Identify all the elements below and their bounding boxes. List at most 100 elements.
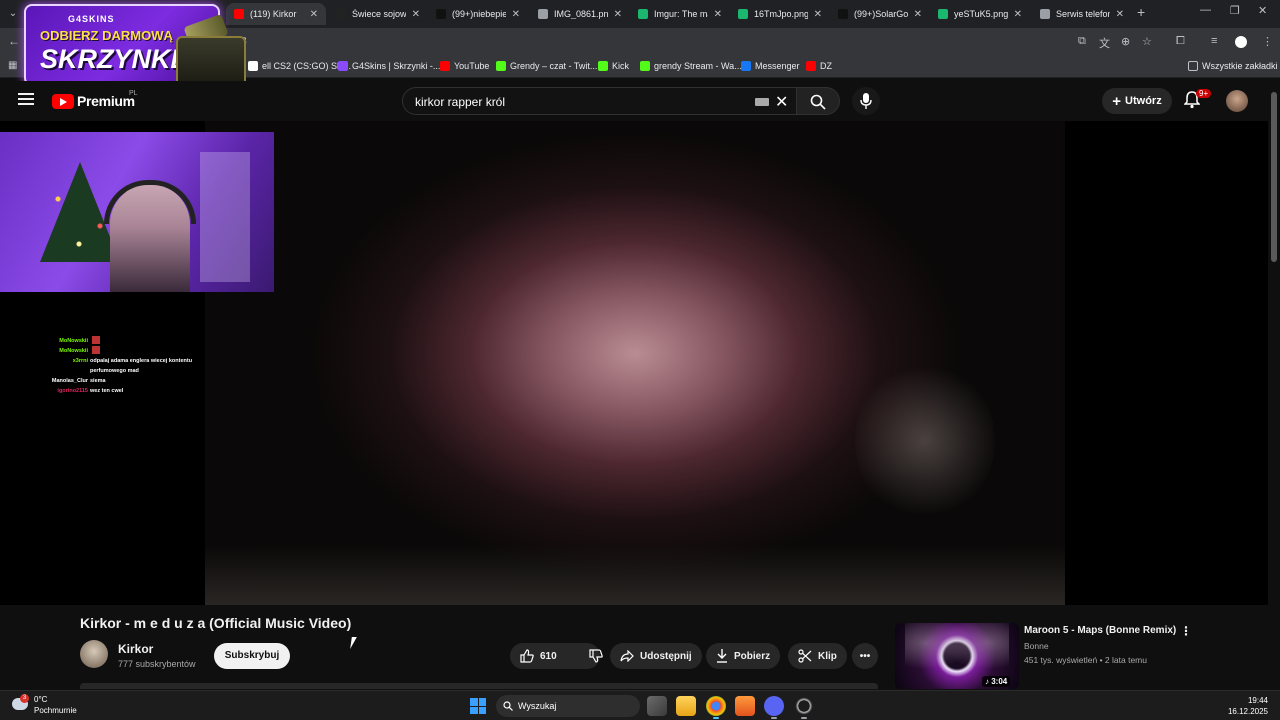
translate-icon[interactable]: 文: [1099, 35, 1110, 51]
chrome-active-indicator: [713, 717, 719, 719]
back-arrow-icon[interactable]: ←: [8, 34, 20, 48]
profile-icon[interactable]: [1235, 36, 1247, 48]
scrollbar-thumb[interactable]: [1271, 92, 1277, 262]
bookmark-item[interactable]: G4Skins | Skrzynki -...: [338, 61, 440, 71]
task-view-icon[interactable]: [647, 696, 667, 716]
tab-close-icon[interactable]: ✕: [310, 9, 318, 20]
youtube-premium-label[interactable]: Premium: [77, 93, 135, 109]
description-box[interactable]: [80, 683, 878, 689]
promo-headline: ODBIERZ DARMOWĄ: [40, 28, 173, 43]
promo-brand: G4SKINS: [68, 14, 115, 24]
bookmark-label: Grendy – czat - Twit...: [510, 61, 598, 71]
create-button[interactable]: + Utwórz: [1102, 88, 1172, 114]
bookmark-item[interactable]: DZ: [806, 61, 832, 71]
app-a-icon[interactable]: [735, 696, 755, 716]
youtube-header: Premium PL kirkor rapper król ✕ + Utwórz…: [0, 81, 1268, 121]
file-explorer-icon[interactable]: [676, 696, 696, 716]
temperature[interactable]: 0°C: [34, 695, 47, 704]
more-actions-button[interactable]: •••: [852, 643, 878, 669]
discord-icon[interactable]: [764, 696, 784, 716]
dislike-button[interactable]: [579, 643, 613, 669]
download-button[interactable]: Pobierz: [706, 643, 781, 669]
video-frame[interactable]: [205, 121, 1065, 605]
keyboard-icon[interactable]: [755, 98, 769, 106]
tab-search-icon[interactable]: ⌄: [4, 5, 22, 23]
bookmark-star-icon[interactable]: ☆: [1142, 35, 1152, 48]
tab-close-icon[interactable]: ✕: [1014, 9, 1022, 20]
tab-close-icon[interactable]: ✕: [714, 9, 722, 20]
apps-grid-icon[interactable]: ▦: [8, 60, 17, 71]
system-clock[interactable]: 19:44 16.12.2025: [1228, 695, 1268, 717]
extensions-icon[interactable]: ⧠: [1176, 35, 1185, 48]
search-query[interactable]: kirkor rapper król: [415, 95, 505, 109]
all-bookmarks-folder[interactable]: Wszystkie zakładki: [1188, 61, 1278, 71]
browser-tab[interactable]: Świece sojowe ✕: [328, 3, 428, 25]
browser-tab[interactable]: (119) Kirkor ✕: [226, 3, 326, 25]
new-tab-button[interactable]: +: [1137, 4, 1145, 20]
discord-running-indicator: [771, 717, 777, 719]
video-player[interactable]: MoNowskii MoNowskii x3rrni odpalaj adama en…: [0, 121, 1268, 605]
bookmark-item[interactable]: ell CS2 (CS:GO) Ski...: [248, 61, 351, 71]
close-window-icon[interactable]: ✕: [1258, 4, 1267, 17]
promo-subheadline: SKRZYNKĘ!: [40, 44, 198, 74]
youtube-logo-icon[interactable]: [52, 94, 74, 109]
bookmark-item[interactable]: Kick: [598, 61, 629, 71]
subscribe-button[interactable]: Subskrybuj: [214, 643, 290, 669]
browser-tab[interactable]: Imgur: The ma ✕: [630, 3, 730, 25]
tab-close-icon[interactable]: ✕: [1116, 9, 1124, 20]
recommended-menu-icon[interactable]: ⋮: [1180, 624, 1192, 638]
weather-condition[interactable]: Pochmurnie: [34, 706, 77, 715]
browser-tab[interactable]: (99+)niebepieczna ✕: [428, 3, 528, 25]
video-title: Kirkor - m e d u z a (Official Music Vid…: [80, 615, 352, 631]
like-button[interactable]: 610: [510, 643, 567, 669]
all-bookmarks-label: Wszystkie zakładki: [1202, 61, 1278, 71]
taskbar-search-input[interactable]: Wyszukaj: [496, 695, 640, 717]
bookmark-item[interactable]: YouTube: [440, 61, 489, 71]
bookmark-favicon-icon: [741, 61, 751, 71]
recommended-channel[interactable]: Bonne: [1024, 641, 1049, 651]
site-icon: [336, 9, 346, 19]
browser-tab[interactable]: yeSTuK5.png ✕: [930, 3, 1030, 25]
chrome-icon[interactable]: [706, 696, 726, 716]
account-avatar[interactable]: [1226, 90, 1248, 112]
search-input[interactable]: kirkor rapper król ✕: [402, 87, 796, 115]
channel-avatar[interactable]: [80, 640, 108, 668]
chrome-menu-icon[interactable]: ⋮: [1262, 35, 1273, 48]
tab-label: (119) Kirkor: [250, 9, 297, 19]
bookmark-item[interactable]: Messenger: [741, 61, 800, 71]
voice-search-button[interactable]: [852, 87, 880, 115]
share-button[interactable]: Udostępnij: [610, 643, 702, 669]
channel-name[interactable]: Kirkor: [118, 642, 153, 656]
tab-label: 16TmJpo.png: [754, 9, 808, 19]
tab-close-icon[interactable]: ✕: [814, 9, 822, 20]
bookmark-item[interactable]: grendy Stream - Wa...: [640, 61, 742, 71]
restore-icon[interactable]: ❐: [1230, 4, 1240, 17]
windows-start-icon[interactable]: [470, 698, 486, 714]
zoom-icon[interactable]: ⊕: [1121, 35, 1130, 48]
subscriber-count: 777 subskrybentów: [118, 659, 196, 669]
browser-tab[interactable]: IMG_0861.png ✕: [530, 3, 630, 25]
g4skins-promo-banner[interactable]: G4SKINS ODBIERZ DARMOWĄ SKRZYNKĘ!: [24, 4, 246, 88]
reading-list-icon[interactable]: ≡: [1211, 35, 1217, 47]
minimize-icon[interactable]: —: [1200, 4, 1211, 16]
tab-label: (99+)SolarGon: [854, 9, 908, 19]
browser-tab[interactable]: Serwis telefon ✕: [1032, 3, 1132, 25]
webcam-background: [200, 152, 250, 282]
clear-search-icon[interactable]: ✕: [775, 92, 788, 112]
browser-tab[interactable]: (99+)SolarGon ✕: [830, 3, 930, 25]
tab-close-icon[interactable]: ✕: [914, 9, 922, 20]
install-app-icon[interactable]: ⧉: [1078, 35, 1086, 48]
clip-button[interactable]: Klip: [788, 643, 847, 669]
clock-time: 19:44: [1247, 696, 1268, 705]
bookmark-item[interactable]: Grendy – czat - Twit...: [496, 61, 597, 71]
chat-message: MoNowskii: [40, 346, 210, 356]
tab-close-icon[interactable]: ✕: [614, 9, 622, 20]
search-icon: [503, 701, 513, 711]
tab-close-icon[interactable]: ✕: [512, 9, 520, 20]
recommended-title[interactable]: Maroon 5 - Maps (Bonne Remix): [1024, 625, 1176, 636]
search-button[interactable]: [796, 87, 840, 115]
steam-icon[interactable]: [794, 696, 814, 716]
browser-tab[interactable]: 16TmJpo.png ✕: [730, 3, 830, 25]
menu-icon[interactable]: [18, 93, 34, 106]
tab-close-icon[interactable]: ✕: [412, 9, 420, 20]
